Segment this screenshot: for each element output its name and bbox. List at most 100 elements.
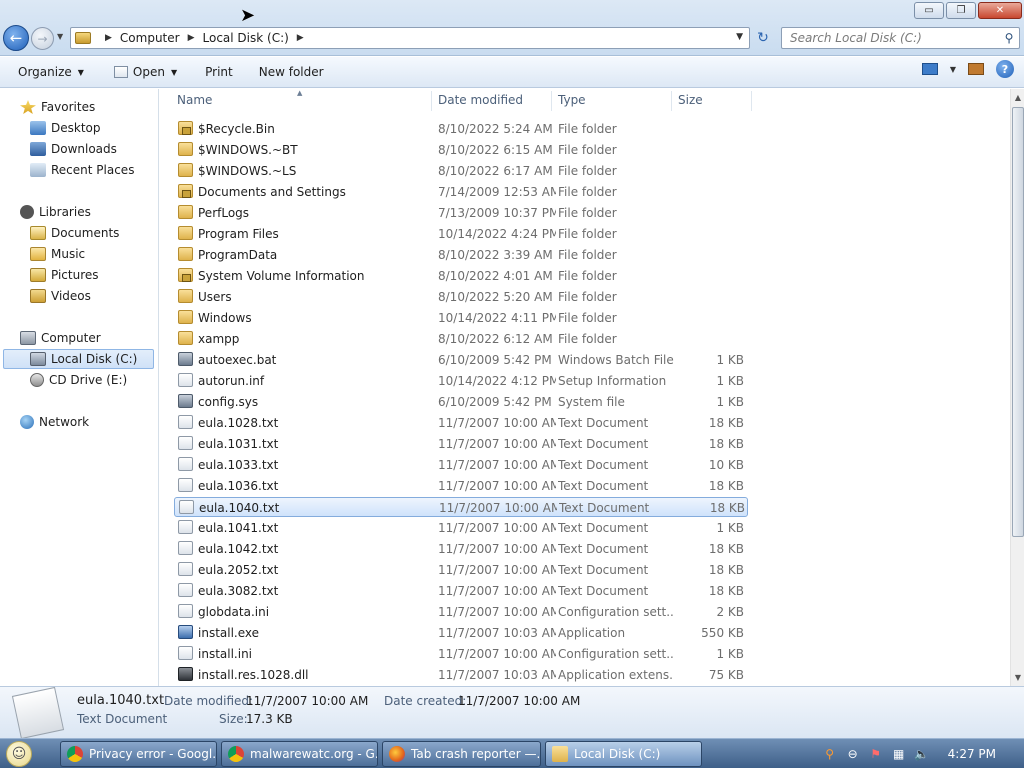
search-tray-icon[interactable]: ⚲ bbox=[823, 747, 837, 761]
file-row[interactable]: xampp 8/10/2022 6:12 AM File folder bbox=[174, 329, 748, 349]
file-row[interactable]: eula.1036.txt 11/7/2007 10:00 AM Text Docu… bbox=[174, 476, 748, 496]
column-divider[interactable] bbox=[751, 91, 752, 111]
file-name: ProgramData bbox=[198, 248, 278, 262]
search-input[interactable]: Search Local Disk (C:) ⚲ bbox=[781, 27, 1020, 49]
volume-icon[interactable]: 🔈 bbox=[914, 747, 929, 761]
nav-computer[interactable]: Computer bbox=[20, 328, 101, 348]
view-options-chevron-icon[interactable]: ▼ bbox=[950, 65, 956, 74]
recent-pages-dropdown[interactable]: ▼ bbox=[57, 32, 63, 41]
column-divider[interactable] bbox=[551, 91, 552, 111]
file-row[interactable]: eula.2052.txt 11/7/2007 10:00 AM Text Docu… bbox=[174, 560, 748, 580]
file-row[interactable]: eula.1031.txt 11/7/2007 10:00 AM Text Docu… bbox=[174, 434, 748, 454]
nav-favorites[interactable]: Favorites bbox=[20, 97, 95, 117]
file-row[interactable]: Users 8/10/2022 5:20 AM File folder bbox=[174, 287, 748, 307]
notepad-icon bbox=[113, 66, 128, 78]
file-name: xampp bbox=[198, 332, 240, 346]
new-folder-button[interactable]: New folder bbox=[251, 60, 332, 84]
network-tray-icon[interactable]: ▦ bbox=[892, 747, 906, 761]
breadcrumb-computer[interactable]: Computer bbox=[120, 31, 180, 45]
file-row[interactable]: $WINDOWS.~LS 8/10/2022 6:17 AM File folder bbox=[174, 161, 748, 181]
nav-local-disk[interactable]: Local Disk (C:) bbox=[3, 349, 154, 369]
refresh-icon[interactable]: ↻ bbox=[752, 27, 774, 49]
downloads-icon bbox=[30, 142, 46, 156]
taskbar-item-local-disk[interactable]: Local Disk (C:) bbox=[545, 741, 702, 767]
file-row[interactable]: Documents and Settings 7/14/2009 12:53 AM… bbox=[174, 182, 748, 202]
text-file-icon bbox=[178, 436, 193, 450]
file-row[interactable]: eula.1040.txt 11/7/2007 10:00 AM Text Docu… bbox=[174, 497, 748, 517]
file-row[interactable]: $WINDOWS.~BT 8/10/2022 6:15 AM File folder bbox=[174, 140, 748, 160]
file-row[interactable]: Program Files 10/14/2022 4:24 PM File fold… bbox=[174, 224, 748, 244]
preview-pane-icon[interactable] bbox=[968, 63, 984, 75]
details-modified-value: 11/7/2007 10:00 AM bbox=[246, 694, 369, 708]
column-date-modified[interactable]: Date modified bbox=[438, 93, 523, 107]
nav-network[interactable]: Network bbox=[20, 412, 89, 432]
nav-cd-drive[interactable]: CD Drive (E:) bbox=[30, 370, 127, 390]
breadcrumb-chevron-icon[interactable]: ▶ bbox=[297, 33, 304, 43]
forward-button[interactable]: → bbox=[31, 27, 54, 50]
open-button[interactable]: Open ▼ bbox=[106, 60, 185, 84]
taskbar-item-malwarewatc[interactable]: malwarewatc.org - G... bbox=[221, 741, 378, 767]
explorer-icon bbox=[552, 746, 568, 762]
column-name[interactable]: Name bbox=[177, 93, 212, 107]
scroll-thumb[interactable] bbox=[1012, 107, 1024, 537]
nav-libraries[interactable]: Libraries bbox=[20, 202, 91, 222]
file-name: install.exe bbox=[198, 626, 260, 640]
file-row[interactable]: autorun.inf 10/14/2022 4:12 PM Setup Infor… bbox=[174, 371, 748, 391]
file-row[interactable]: $Recycle.Bin 8/10/2022 5:24 AM File folder bbox=[174, 119, 748, 139]
nav-desktop[interactable]: Desktop bbox=[30, 118, 101, 138]
back-button[interactable]: ← bbox=[3, 25, 29, 51]
nav-downloads[interactable]: Downloads bbox=[30, 139, 117, 159]
change-view-icon[interactable] bbox=[921, 63, 938, 75]
file-row[interactable]: eula.1042.txt 11/7/2007 10:00 AM Text Docu… bbox=[174, 539, 748, 559]
column-divider[interactable] bbox=[431, 91, 432, 111]
scroll-up-icon[interactable]: ▲ bbox=[1011, 89, 1024, 106]
breadcrumb-chevron-icon[interactable]: ▶ bbox=[105, 33, 112, 43]
taskbar-item-tab-crash-reporter[interactable]: Tab crash reporter —... bbox=[382, 741, 541, 767]
taskbar-item-privacy-error[interactable]: Privacy error - Googl... bbox=[60, 741, 217, 767]
help-icon[interactable]: ? bbox=[996, 60, 1014, 78]
file-row[interactable]: globdata.ini 11/7/2007 10:00 AM Configurat… bbox=[174, 602, 748, 622]
minus-circle-icon[interactable]: ⊖ bbox=[846, 747, 860, 761]
vertical-scrollbar[interactable]: ▲ ▼ bbox=[1010, 89, 1024, 686]
file-row[interactable]: System Volume Information 8/10/2022 4:01 … bbox=[174, 266, 748, 286]
file-row[interactable]: autoexec.bat 6/10/2009 5:42 PM Windows Bat… bbox=[174, 350, 748, 370]
print-button[interactable]: Print bbox=[197, 60, 241, 84]
file-icon bbox=[178, 373, 193, 387]
file-row[interactable]: config.sys 6/10/2009 5:42 PM System file 1 … bbox=[174, 392, 748, 412]
address-dropdown-icon[interactable]: ▼ bbox=[736, 32, 743, 42]
file-row[interactable]: install.ini 11/7/2007 10:00 AM Configurati… bbox=[174, 644, 748, 664]
file-row[interactable]: eula.3082.txt 11/7/2007 10:00 AM Text Docu… bbox=[174, 581, 748, 601]
search-icon[interactable]: ⚲ bbox=[999, 31, 1019, 45]
maximize-button[interactable]: ❐ bbox=[946, 2, 976, 19]
nav-music[interactable]: Music bbox=[30, 244, 85, 264]
file-row[interactable]: eula.1041.txt 11/7/2007 10:00 AM Text Docu… bbox=[174, 518, 748, 538]
nav-pictures[interactable]: Pictures bbox=[30, 265, 99, 285]
file-row[interactable]: install.res.1028.dll 11/7/2007 10:03 AM Ap… bbox=[174, 665, 748, 685]
breadcrumb-chevron-icon[interactable]: ▶ bbox=[188, 33, 195, 43]
close-button[interactable]: ✕ bbox=[978, 2, 1022, 19]
file-row[interactable]: eula.1028.txt 11/7/2007 10:00 AM Text Docu… bbox=[174, 413, 748, 433]
file-row[interactable]: ProgramData 8/10/2022 3:39 AM File folder bbox=[174, 245, 748, 265]
file-row[interactable]: PerfLogs 7/13/2009 10:37 PM File folder bbox=[174, 203, 748, 223]
file-row[interactable]: install.exe 11/7/2007 10:03 AM Application… bbox=[174, 623, 748, 643]
nav-documents[interactable]: Documents bbox=[30, 223, 119, 243]
action-center-flag-icon[interactable]: ⚑ bbox=[869, 747, 883, 761]
nav-recent-places[interactable]: Recent Places bbox=[30, 160, 134, 180]
file-name: Program Files bbox=[198, 227, 279, 241]
organize-button[interactable]: Organize ▼ bbox=[10, 60, 92, 84]
start-button[interactable]: ☺ bbox=[6, 741, 32, 767]
breadcrumb-local-disk[interactable]: Local Disk (C:) bbox=[203, 31, 289, 45]
file-type: File folder bbox=[558, 311, 617, 325]
minimize-button[interactable]: ▭ bbox=[914, 2, 944, 19]
clock[interactable]: 4:27 PM bbox=[948, 747, 996, 761]
column-size[interactable]: Size bbox=[678, 93, 703, 107]
file-type: System file bbox=[558, 395, 625, 409]
scroll-down-icon[interactable]: ▼ bbox=[1011, 669, 1024, 686]
nav-videos[interactable]: Videos bbox=[30, 286, 91, 306]
address-bar[interactable]: ▶ Computer ▶ Local Disk (C:) ▶ ▼ bbox=[70, 27, 750, 49]
column-divider[interactable] bbox=[671, 91, 672, 111]
music-icon bbox=[30, 247, 46, 261]
column-type[interactable]: Type bbox=[558, 93, 586, 107]
file-row[interactable]: eula.1033.txt 11/7/2007 10:00 AM Text Docu… bbox=[174, 455, 748, 475]
file-row[interactable]: Windows 10/14/2022 4:11 PM File folder bbox=[174, 308, 748, 328]
